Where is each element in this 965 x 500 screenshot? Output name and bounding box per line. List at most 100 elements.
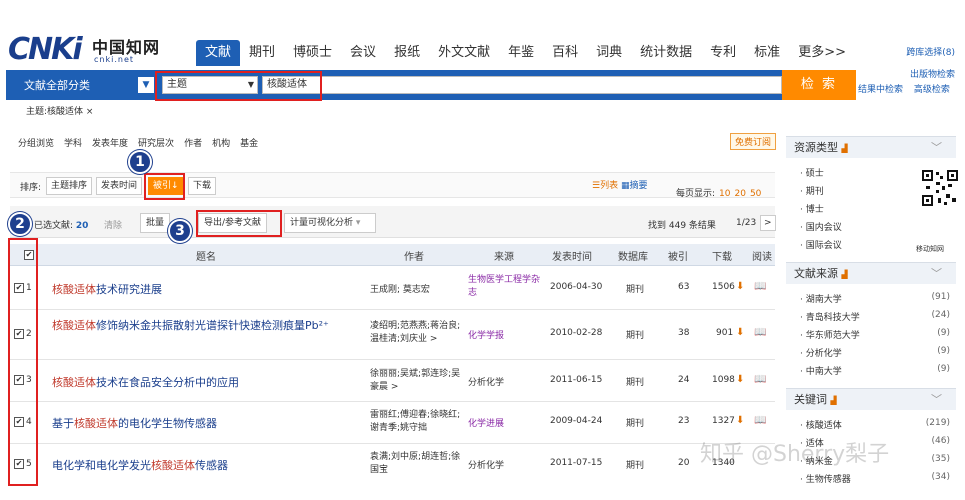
column-source[interactable]: 来源 <box>494 248 514 263</box>
row-title-link[interactable]: 基于核酸适体的电化学生物传感器 <box>52 415 362 431</box>
per-page-50[interactable]: 50 <box>750 189 761 199</box>
nav-item-journal[interactable]: 期刊 <box>240 40 284 66</box>
resource-item: 国际会议 <box>805 241 842 251</box>
sidebar-item[interactable]: · 中南大学 (9) <box>800 364 950 377</box>
nav-item-patent[interactable]: 专利 <box>701 40 745 66</box>
row-downloads[interactable]: 1098 <box>712 375 735 385</box>
list-view-toggle[interactable]: ☰列表 <box>592 181 618 191</box>
row-downloads[interactable]: 1327 <box>712 416 735 426</box>
row-authors[interactable]: 雷丽红;傅迎春;徐晓红;谢青季;姚守拙 <box>370 409 465 435</box>
filter-author[interactable]: 作者 <box>184 136 202 149</box>
column-title[interactable]: 题名 <box>196 248 216 263</box>
sidebar-keyword-header[interactable]: 关键词 ▟ ﹀ <box>786 388 956 410</box>
chevron-down-icon[interactable]: ▼ <box>138 77 154 93</box>
read-book-icon[interactable]: 📖 <box>754 415 766 426</box>
read-book-icon[interactable]: 📖 <box>754 374 766 385</box>
title-suffix: 技术研究进展 <box>96 283 162 296</box>
row-source[interactable]: 化学进展 <box>468 416 540 429</box>
sidebar-item[interactable]: · 国内会议 <box>800 220 950 233</box>
nav-item-foreign[interactable]: 外文文献 <box>429 40 499 66</box>
logo-url: cnki.net <box>94 55 134 64</box>
row-cited[interactable]: 23 <box>678 416 689 426</box>
nav-item-thesis[interactable]: 博硕士 <box>284 40 341 66</box>
row-authors[interactable]: 袁满;刘中原;胡连哲;徐国宝 <box>370 451 465 477</box>
read-book-icon[interactable]: 📖 <box>754 327 766 338</box>
row-title-link[interactable]: 核酸适体技术研究进展 <box>52 281 362 297</box>
download-icon[interactable]: ⬇ <box>736 374 744 385</box>
source-count: (24) <box>931 310 950 320</box>
title-suffix: 技术在食品安全分析中的应用 <box>96 376 239 389</box>
sidebar-item[interactable]: · 华东师范大学 (9) <box>800 328 950 341</box>
read-book-icon[interactable]: 📖 <box>754 281 766 292</box>
row-source[interactable]: 生物医学工程学杂志 <box>468 274 540 300</box>
row-cited[interactable]: 20 <box>678 458 689 468</box>
row-cited[interactable]: 38 <box>678 328 689 338</box>
sidebar-item[interactable]: · 核酸适体 (219) <box>800 418 950 431</box>
nav-item-yearbook[interactable]: 年鉴 <box>499 40 543 66</box>
column-read[interactable]: 阅读 <box>752 248 772 263</box>
per-page-10[interactable]: 10 <box>719 189 730 199</box>
next-page-button[interactable]: > <box>760 215 776 231</box>
nav-item-more[interactable]: 更多>> <box>789 40 855 66</box>
clear-button[interactable]: 清除 <box>104 218 122 231</box>
table-row: ✔ 3 核酸适体技术在食品安全分析中的应用 徐丽丽;吴斌;郭连珍;吴豪晨 > 分… <box>10 360 775 402</box>
row-authors[interactable]: 凌绍明;范燕燕;蒋治良;温桂清;刘庆业 > <box>370 320 465 346</box>
visual-analysis-dropdown[interactable]: 计量可视化分析 ▾ <box>284 213 376 233</box>
filter-fund[interactable]: 基金 <box>240 136 258 149</box>
column-author[interactable]: 作者 <box>404 248 424 263</box>
cross-db-link[interactable]: 跨库选择(8) <box>906 42 955 64</box>
row-title-link[interactable]: 核酸适体技术在食品安全分析中的应用 <box>52 374 362 390</box>
filter-institution[interactable]: 机构 <box>212 136 230 149</box>
row-authors[interactable]: 徐丽丽;吴斌;郭连珍;吴豪晨 > <box>370 368 465 394</box>
sidebar-item[interactable]: · 湖南大学 (91) <box>800 292 950 305</box>
abstract-view-toggle[interactable]: ▦摘要 <box>621 181 648 191</box>
row-source[interactable]: 化学学报 <box>468 328 540 341</box>
row-cited[interactable]: 24 <box>678 375 689 385</box>
search-button[interactable]: 检 索 <box>782 70 856 100</box>
nav-item-dictionary[interactable]: 词典 <box>587 40 631 66</box>
filter-year[interactable]: 发表年度 <box>92 136 128 149</box>
advanced-search-link[interactable]: 高级检索 <box>914 85 950 95</box>
download-icon[interactable]: ⬇ <box>736 327 744 338</box>
cnki-logo[interactable]: CNKi 中国知网 cnki.net <box>8 30 173 70</box>
search-in-results-link[interactable]: 结果中检索 <box>858 85 903 95</box>
sort-topic-button[interactable]: 主题排序 <box>46 177 93 195</box>
column-download[interactable]: 下载 <box>712 248 732 263</box>
sort-date-button[interactable]: 发表时间 <box>96 177 143 195</box>
row-source[interactable]: 分析化学 <box>468 375 540 388</box>
filter-group-browse[interactable]: 分组浏览 <box>18 136 54 149</box>
sidebar-resource-header[interactable]: 资源类型 ▟ ﹀ <box>786 136 956 158</box>
sidebar-item[interactable]: · 青岛科技大学 (24) <box>800 310 950 323</box>
breadcrumb[interactable]: 主题:核酸适体 × <box>26 104 93 117</box>
column-date[interactable]: 发表时间 <box>552 248 592 263</box>
column-cited[interactable]: 被引 <box>668 248 688 263</box>
nav-item-conference[interactable]: 会议 <box>341 40 385 66</box>
row-cited[interactable]: 63 <box>678 282 689 292</box>
sort-download-button[interactable]: 下载 <box>188 177 217 195</box>
nav-item-standard[interactable]: 标准 <box>745 40 789 66</box>
row-downloads[interactable]: 901 <box>716 328 733 338</box>
sidebar-source-header[interactable]: 文献来源 ▟ ﹀ <box>786 262 956 284</box>
subscribe-button[interactable]: 免费订阅 <box>730 133 777 150</box>
filter-subject[interactable]: 学科 <box>64 136 82 149</box>
per-page-20[interactable]: 20 <box>735 189 746 199</box>
nav-item-newspaper[interactable]: 报纸 <box>385 40 429 66</box>
nav-item-literature[interactable]: 文献 <box>196 40 241 66</box>
nav-item-statistics[interactable]: 统计数据 <box>631 40 701 66</box>
row-authors[interactable]: 王成刚; 莫志宏 <box>370 282 465 295</box>
row-title-link[interactable]: 电化学和电化学发光核酸适体传感器 <box>52 457 362 473</box>
callout-1: 1 <box>128 150 152 174</box>
search-input[interactable]: 核酸适体 <box>262 76 782 94</box>
sidebar-item[interactable]: · 生物传感器 (34) <box>800 472 950 485</box>
sidebar-item[interactable]: · 分析化学 (9) <box>800 346 950 359</box>
download-icon[interactable]: ⬇ <box>736 415 744 426</box>
row-downloads[interactable]: 1506 <box>712 282 735 292</box>
column-database[interactable]: 数据库 <box>618 248 648 263</box>
batch-button[interactable]: 批量 <box>140 213 171 233</box>
row-source[interactable]: 分析化学 <box>468 458 540 471</box>
download-icon[interactable]: ⬇ <box>736 281 744 292</box>
nav-item-encyclopedia[interactable]: 百科 <box>543 40 587 66</box>
row-title-link[interactable]: 核酸适体修饰纳米金共振散射光谱探针快速检测痕量Pb²⁺ <box>52 318 362 334</box>
filter-level[interactable]: 研究层次 <box>138 136 174 149</box>
category-selector[interactable]: 文献全部分类 <box>14 77 140 95</box>
